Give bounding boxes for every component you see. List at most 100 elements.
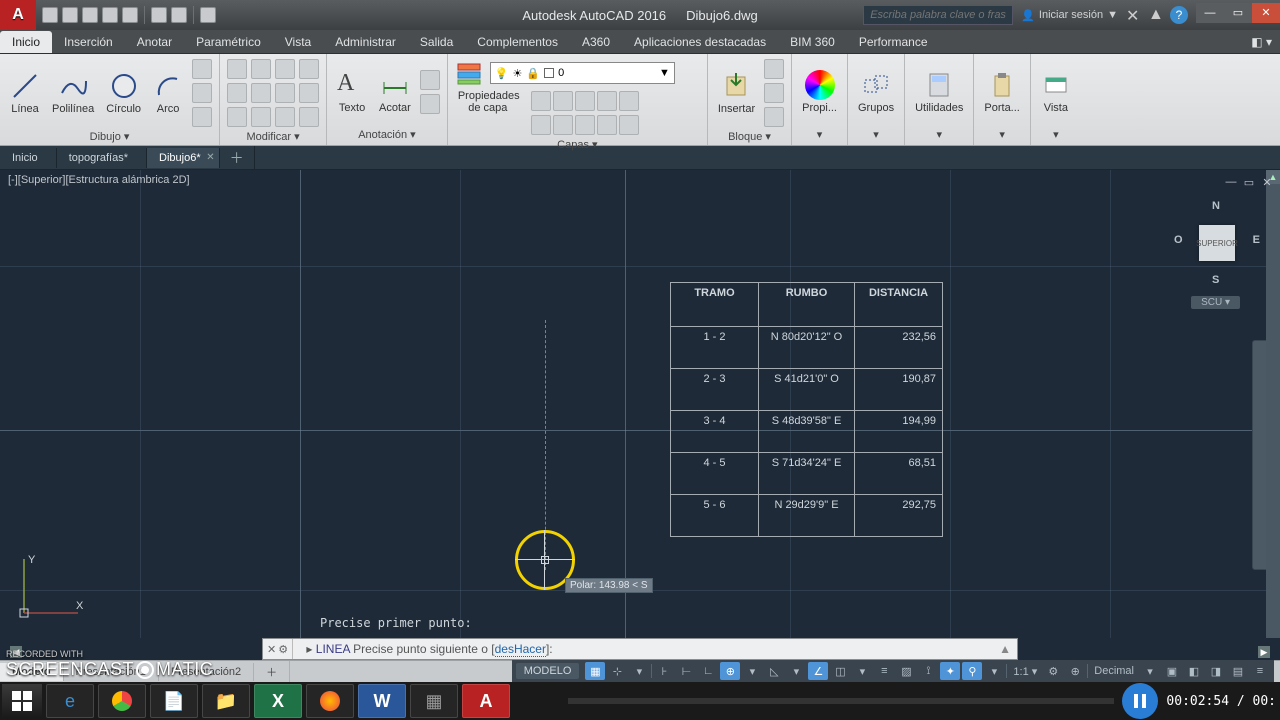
- taskbar-notepad-icon[interactable]: 📄: [150, 684, 198, 718]
- block-attr-icon[interactable]: [764, 107, 784, 127]
- polilinea-button[interactable]: Polilínea: [48, 69, 98, 117]
- tab-administrar[interactable]: Administrar: [323, 31, 408, 53]
- infer-toggle[interactable]: ⊦: [654, 662, 674, 680]
- viewcube-o[interactable]: O: [1174, 234, 1183, 246]
- new-drawing-tab[interactable]: ＋: [220, 146, 255, 170]
- hatch-icon[interactable]: [192, 107, 212, 127]
- group-label-propiedades[interactable]: ▾: [796, 128, 843, 143]
- hscroll-right[interactable]: ▶: [1258, 646, 1270, 658]
- app-logo[interactable]: A: [0, 0, 36, 30]
- leader-icon[interactable]: [420, 70, 440, 90]
- mirror-icon[interactable]: [251, 83, 271, 103]
- viewport-close-icon[interactable]: ✕: [1260, 176, 1274, 190]
- dyn-ucs-toggle[interactable]: ⚲: [962, 662, 982, 680]
- snap-menu[interactable]: ▾: [629, 662, 649, 680]
- taskbar-ie-icon[interactable]: e: [46, 684, 94, 718]
- command-option[interactable]: desHacer: [495, 642, 546, 657]
- units-menu[interactable]: ▾: [1140, 662, 1160, 680]
- pause-button[interactable]: [1122, 683, 1158, 719]
- redo-icon[interactable]: [171, 7, 187, 23]
- dyninput-toggle[interactable]: ⊢: [676, 662, 696, 680]
- drawing-tab-inicio[interactable]: Inicio: [0, 148, 57, 168]
- texto-button[interactable]: ATexto: [333, 68, 371, 116]
- new-icon[interactable]: [42, 7, 58, 23]
- lineweight-toggle[interactable]: ≡: [874, 662, 894, 680]
- workspace-icon[interactable]: ⚙: [1043, 662, 1063, 680]
- rect-icon[interactable]: [192, 59, 212, 79]
- cmd-config-icon[interactable]: ⚙: [278, 643, 288, 656]
- tab-insercion[interactable]: Inserción: [52, 31, 125, 53]
- vista-button[interactable]: Vista: [1037, 68, 1075, 116]
- exchange-icon[interactable]: ✕: [1126, 6, 1144, 24]
- close-button[interactable]: ✕: [1252, 3, 1280, 23]
- layer-iso-icon[interactable]: [531, 115, 551, 135]
- ortho-toggle[interactable]: ∟: [698, 662, 718, 680]
- viewcube-e[interactable]: E: [1253, 234, 1260, 246]
- cleanscreen-toggle[interactable]: ▤: [1228, 662, 1248, 680]
- undo-icon[interactable]: [151, 7, 167, 23]
- rotate-icon[interactable]: [251, 59, 271, 79]
- group-label-bloque[interactable]: Bloque ▾: [712, 130, 787, 145]
- move-icon[interactable]: [227, 59, 247, 79]
- polar-menu[interactable]: ▾: [742, 662, 762, 680]
- layer-lock-icon[interactable]: [575, 91, 595, 111]
- customize-icon[interactable]: ≡: [1250, 662, 1270, 680]
- taskbar-excel-icon[interactable]: X: [254, 684, 302, 718]
- layer-select[interactable]: 💡☀🔒 0 ▼: [490, 62, 675, 84]
- create-block-icon[interactable]: [764, 59, 784, 79]
- osnap-toggle[interactable]: ∠: [808, 662, 828, 680]
- viewcube-s[interactable]: S: [1212, 274, 1219, 286]
- group-label-anotacion[interactable]: Anotación ▾: [331, 128, 443, 143]
- tab-a360[interactable]: A360: [570, 31, 622, 53]
- taskbar-explorer-icon[interactable]: 📁: [202, 684, 250, 718]
- tab-anotar[interactable]: Anotar: [125, 31, 184, 53]
- tab-vista[interactable]: Vista: [273, 31, 323, 53]
- tab-bim360[interactable]: BIM 360: [778, 31, 847, 53]
- ucs-button[interactable]: SCU ▾: [1191, 296, 1240, 309]
- layer-freeze-icon[interactable]: [553, 91, 573, 111]
- saveas-icon[interactable]: [102, 7, 118, 23]
- utilidades-button[interactable]: Utilidades: [911, 68, 967, 116]
- group-label-grupos[interactable]: ▾: [852, 128, 900, 143]
- arco-button[interactable]: Arco: [149, 69, 187, 117]
- taskbar-word-icon[interactable]: W: [358, 684, 406, 718]
- layer-unlock-icon[interactable]: [575, 115, 595, 135]
- video-progress[interactable]: [568, 698, 1114, 704]
- edit-block-icon[interactable]: [764, 83, 784, 103]
- units-label[interactable]: Decimal: [1090, 662, 1138, 680]
- layer-props-button[interactable]: [454, 58, 484, 88]
- ann-monitor[interactable]: ⊕: [1065, 662, 1085, 680]
- layer-prev-icon[interactable]: [619, 91, 639, 111]
- drawing-area[interactable]: [-][Superior][Estructura alámbrica 2D] —…: [0, 170, 1280, 638]
- drawing-tab-dibujo6[interactable]: Dibujo6*✕: [147, 148, 220, 168]
- qat-more-icon[interactable]: [200, 7, 216, 23]
- tab-extra-icon[interactable]: ◧ ▾: [1239, 31, 1280, 53]
- array-icon[interactable]: [275, 107, 295, 127]
- grupos-button[interactable]: Grupos: [854, 68, 898, 116]
- osnap3d-toggle[interactable]: ◫: [830, 662, 850, 680]
- trim-icon[interactable]: [275, 59, 295, 79]
- taskbar-chrome-icon[interactable]: [98, 684, 146, 718]
- layer-thaw-icon[interactable]: [553, 115, 573, 135]
- fillet-icon[interactable]: [275, 83, 295, 103]
- propiedades-button[interactable]: Propi...: [798, 68, 841, 116]
- vertical-scrollbar[interactable]: ▲: [1266, 170, 1280, 638]
- help-search-input[interactable]: [863, 5, 1013, 25]
- cmd-close-icon[interactable]: ✕: [267, 643, 276, 656]
- close-tab-icon[interactable]: ✕: [206, 152, 214, 163]
- layer-color-icon[interactable]: [597, 115, 617, 135]
- explode-icon[interactable]: [299, 83, 319, 103]
- group-label-capas[interactable]: Capas ▾: [452, 138, 703, 153]
- snap-toggle[interactable]: ⊹: [607, 662, 627, 680]
- linea-button[interactable]: Línea: [6, 69, 44, 117]
- isolate-toggle[interactable]: ◨: [1206, 662, 1226, 680]
- cmd-history-icon[interactable]: ▲: [993, 642, 1017, 656]
- tab-complementos[interactable]: Complementos: [465, 31, 570, 53]
- scale-icon[interactable]: [251, 107, 271, 127]
- help-icon[interactable]: ?: [1170, 6, 1188, 24]
- save-icon[interactable]: [82, 7, 98, 23]
- tab-aplicaciones[interactable]: Aplicaciones destacadas: [622, 31, 778, 53]
- a360-icon[interactable]: ▲: [1148, 6, 1166, 24]
- viewcube-face[interactable]: SUPERIOR: [1199, 225, 1235, 261]
- viewport-restore-icon[interactable]: ▭: [1242, 176, 1256, 190]
